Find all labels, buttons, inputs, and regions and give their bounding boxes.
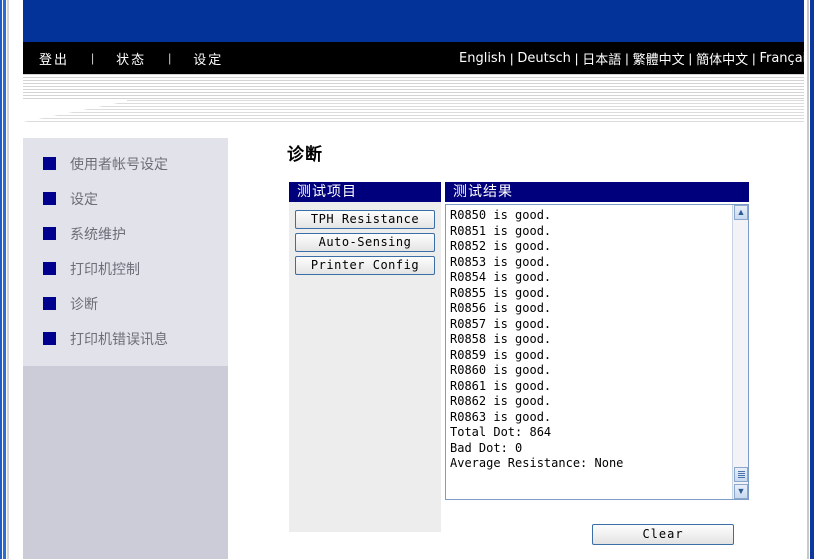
bullet-square-icon [43,297,56,310]
sidebar-item-diagnostics[interactable]: 诊断 [23,286,228,321]
sidebar-item-printer-error-messages[interactable]: 打印机错误讯息 [23,321,228,356]
bullet-square-icon [43,262,56,275]
sidebar-item-label: 设定 [70,189,98,209]
test-items-panel: 测试项目 TPH Resistance Auto-Sensing Printer… [289,182,441,532]
test-results-text: R0850 is good. R0851 is good. R0852 is g… [450,208,730,472]
decorative-hatch-band-lower [127,100,804,122]
primary-nav: 登出 | 状态 | 设定 [39,42,223,74]
language-separator: | [685,51,696,66]
scroll-down-arrow-icon[interactable]: ▼ [734,484,748,499]
frame-stripe-blue [810,0,814,559]
nav-item-status[interactable]: 状态 [116,49,146,68]
sidebar-item-settings[interactable]: 设定 [23,181,228,216]
page-title: 诊断 [287,140,779,165]
nav-item-logout[interactable]: 登出 [39,49,69,68]
tph-resistance-button[interactable]: TPH Resistance [295,210,435,229]
decorative-hatch-band [23,74,804,100]
sidebar-item-label: 系统维护 [70,224,126,244]
sidebar-item-label: 诊断 [70,294,98,314]
auto-sensing-button[interactable]: Auto-Sensing [295,233,435,252]
language-link-simplified-chinese[interactable]: 簡体中文 [696,49,748,68]
sidebar-item-label: 打印机控制 [70,259,140,279]
window-frame-right-edge [804,0,816,559]
sidebar-item-label: 打印机错误讯息 [70,329,168,349]
test-items-body: TPH Resistance Auto-Sensing Printer Conf… [289,202,441,532]
test-results-panel: 测试结果 R0850 is good. R0851 is good. R0852… [445,182,749,500]
scrollbar-grip-icon [738,471,745,478]
language-link-traditional-chinese[interactable]: 繁體中文 [633,49,685,68]
language-separator: | [621,51,632,66]
language-link-japanese[interactable]: 日本語 [582,49,621,68]
language-separator: | [506,51,517,66]
scroll-up-arrow-icon[interactable]: ▲ [734,205,748,220]
nav-separator: | [69,51,116,65]
page-canvas: 登出 | 状态 | 设定 English | Deutsch | 日本語 | 繁… [9,0,804,559]
language-selector: English | Deutsch | 日本語 | 繁體中文 | 簡体中文 | … [459,42,804,74]
test-results-textarea[interactable]: R0850 is good. R0851 is good. R0852 is g… [445,204,749,500]
language-link-english[interactable]: English [459,51,506,66]
bullet-square-icon [43,157,56,170]
test-items-header: 测试项目 [289,182,441,202]
nav-separator: | [146,51,193,65]
nav-item-settings[interactable]: 设定 [193,49,223,68]
bullet-square-icon [43,332,56,345]
top-banner [23,0,804,42]
sidebar-item-printer-control[interactable]: 打印机控制 [23,251,228,286]
frame-stripe-gray [7,0,9,559]
scrollbar-thumb[interactable] [734,467,748,482]
language-link-francais[interactable]: Français [759,51,804,66]
top-navigation-bar: 登出 | 状态 | 设定 English | Deutsch | 日本語 | 繁… [23,42,804,74]
clear-button[interactable]: Clear [592,524,734,545]
frame-stripe-gray [807,0,809,559]
sidebar-item-system-maintenance[interactable]: 系统维护 [23,216,228,251]
sidebar-item-user-account-settings[interactable]: 使用者帐号设定 [23,146,228,181]
sidebar-filler-panel [23,355,228,559]
window-frame-left-edge [0,0,9,559]
language-separator: | [748,51,759,66]
results-scrollbar[interactable]: ▲ ▼ [732,205,748,499]
frame-stripe-outer [0,0,2,559]
test-results-header: 测试结果 [445,182,749,202]
bullet-square-icon [43,227,56,240]
sidebar-navigation: 使用者帐号设定 设定 系统维护 打印机控制 诊断 打印机错误讯息 [23,138,228,366]
printer-config-button[interactable]: Printer Config [295,256,435,275]
language-link-deutsch[interactable]: Deutsch [517,51,571,66]
bullet-square-icon [43,192,56,205]
sidebar-item-label: 使用者帐号设定 [70,154,168,174]
decorative-hatch-diagonal [23,100,133,122]
main-content: 诊断 [279,140,779,183]
language-separator: | [571,51,582,66]
frame-stripe-inner [3,0,6,559]
